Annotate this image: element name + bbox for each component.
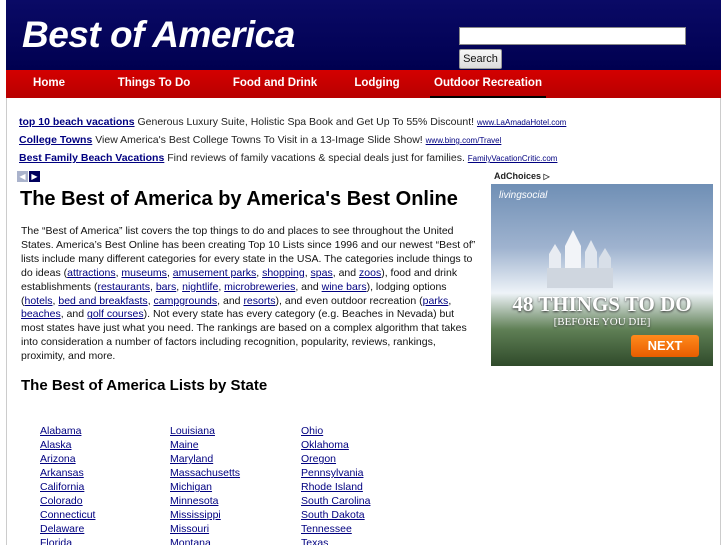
text-ads: top 10 beach vacations Generous Luxury S… xyxy=(19,116,709,170)
state-link[interactable]: Louisiana xyxy=(170,424,240,438)
state-link[interactable]: Arkansas xyxy=(40,466,95,480)
state-link[interactable]: Alabama xyxy=(40,424,95,438)
state-link[interactable]: Texas xyxy=(301,536,370,545)
state-link[interactable]: South Dakota xyxy=(301,508,370,522)
state-link[interactable]: Michigan xyxy=(170,480,240,494)
state-link[interactable]: Missouri xyxy=(170,522,240,536)
text-ad: top 10 beach vacations Generous Luxury S… xyxy=(19,116,709,134)
state-link[interactable]: Massachusetts xyxy=(170,466,240,480)
site-title[interactable]: Best of America xyxy=(22,14,295,56)
link-wine-bars[interactable]: wine bars xyxy=(322,281,367,293)
banner-ad[interactable]: livingsocial 48 THINGS TO DO [BEFORE YOU… xyxy=(491,184,713,366)
link-amusement-parks[interactable]: amusement parks xyxy=(173,267,256,279)
link-beaches[interactable]: beaches xyxy=(21,308,61,320)
link-restaurants[interactable]: restaurants xyxy=(97,281,150,293)
ad-text: View America's Best College Towns To Vis… xyxy=(95,134,423,146)
states-section-title: The Best of America Lists by State xyxy=(21,377,268,394)
state-link[interactable]: Connecticut xyxy=(40,508,95,522)
ad-next-button[interactable]: NEXT xyxy=(631,335,699,357)
text-ad: College Towns View America's Best Colleg… xyxy=(19,134,709,152)
ad-title-link[interactable]: Best Family Beach Vacations xyxy=(19,152,164,164)
state-link[interactable]: Ohio xyxy=(301,424,370,438)
link-bed-and-breakfasts[interactable]: bed and breakfasts xyxy=(58,295,147,307)
ad-subline: [BEFORE YOU DIE] xyxy=(553,316,651,328)
state-column: Alabama Alaska Arizona Arkansas Californ… xyxy=(40,424,95,545)
search-button[interactable]: Search xyxy=(459,49,502,69)
state-link[interactable]: Minnesota xyxy=(170,494,240,508)
nav-item-home[interactable]: Home xyxy=(16,70,82,98)
link-resorts[interactable]: resorts xyxy=(243,295,275,307)
nav-item-lodging[interactable]: Lodging xyxy=(346,70,408,98)
intro-paragraph: The “Best of America” list covers the to… xyxy=(21,225,476,363)
link-campgrounds[interactable]: campgrounds xyxy=(154,295,218,307)
state-link[interactable]: Florida xyxy=(40,536,95,545)
state-link[interactable]: Pennsylvania xyxy=(301,466,370,480)
nav-item-things-to-do[interactable]: Things To Do xyxy=(106,70,202,98)
adchoices-icon: ▷ xyxy=(543,172,550,181)
ad-text: Find reviews of family vacations & speci… xyxy=(167,152,465,164)
ad-url[interactable]: FamilyVacationCritic.com xyxy=(468,154,558,163)
main-nav: Home Things To Do Food and Drink Lodging… xyxy=(6,70,721,98)
state-link[interactable]: Rhode Island xyxy=(301,480,370,494)
adchoices-label[interactable]: AdChoices ▷ xyxy=(494,171,550,181)
state-column: Ohio Oklahoma Oregon Pennsylvania Rhode … xyxy=(301,424,370,545)
ad-url[interactable]: www.bing.com/Travel xyxy=(426,136,502,145)
state-link[interactable]: South Carolina xyxy=(301,494,370,508)
link-golf-courses[interactable]: golf courses xyxy=(87,308,144,320)
link-shopping[interactable]: shopping xyxy=(262,267,305,279)
text-ad: Best Family Beach Vacations Find reviews… xyxy=(19,152,709,170)
link-hotels[interactable]: hotels xyxy=(25,295,53,307)
state-link[interactable]: Maine xyxy=(170,438,240,452)
ad-title-link[interactable]: College Towns xyxy=(19,134,92,146)
link-microbreweries[interactable]: microbreweries xyxy=(224,281,295,293)
next-arrow-icon[interactable]: ▶ xyxy=(29,171,40,182)
state-link[interactable]: Arizona xyxy=(40,452,95,466)
link-nightlife[interactable]: nightlife xyxy=(182,281,218,293)
nav-item-food-and-drink[interactable]: Food and Drink xyxy=(220,70,330,98)
state-link[interactable]: Colorado xyxy=(40,494,95,508)
link-attractions[interactable]: attractions xyxy=(67,267,115,279)
link-parks[interactable]: parks xyxy=(423,295,449,307)
state-link[interactable]: Delaware xyxy=(40,522,95,536)
state-link[interactable]: Alaska xyxy=(40,438,95,452)
nav-item-outdoor-recreation[interactable]: Outdoor Recreation xyxy=(430,70,546,98)
link-bars[interactable]: bars xyxy=(156,281,176,293)
search-input[interactable] xyxy=(459,27,686,45)
state-link[interactable]: Montana xyxy=(170,536,240,545)
adchoices-text: AdChoices xyxy=(494,171,542,181)
state-link[interactable]: Oregon xyxy=(301,452,370,466)
castle-image xyxy=(547,230,613,288)
frame-border-right xyxy=(720,98,721,545)
ad-brand-logo: livingsocial xyxy=(499,190,548,201)
previous-arrow-icon[interactable]: ◀ xyxy=(17,171,28,182)
link-spas[interactable]: spas xyxy=(311,267,333,279)
site-header: Best of America Search xyxy=(0,0,727,70)
state-column: Louisiana Maine Maryland Massachusetts M… xyxy=(170,424,240,545)
state-link[interactable]: California xyxy=(40,480,95,494)
frame-border-left xyxy=(6,98,7,545)
ad-url[interactable]: www.LaAmadaHotel.com xyxy=(477,118,566,127)
page-title: The Best of America by America's Best On… xyxy=(20,188,458,210)
link-museums[interactable]: museums xyxy=(121,267,167,279)
ad-pager: ◀ ▶ xyxy=(17,171,41,189)
state-link[interactable]: Maryland xyxy=(170,452,240,466)
state-link[interactable]: Oklahoma xyxy=(301,438,370,452)
ad-text: Generous Luxury Suite, Holistic Spa Book… xyxy=(137,116,475,128)
link-zoos[interactable]: zoos xyxy=(359,267,381,279)
ad-headline: 48 THINGS TO DO xyxy=(512,292,692,316)
state-link[interactable]: Tennessee xyxy=(301,522,370,536)
ad-title-link[interactable]: top 10 beach vacations xyxy=(19,116,135,128)
state-link[interactable]: Mississippi xyxy=(170,508,240,522)
